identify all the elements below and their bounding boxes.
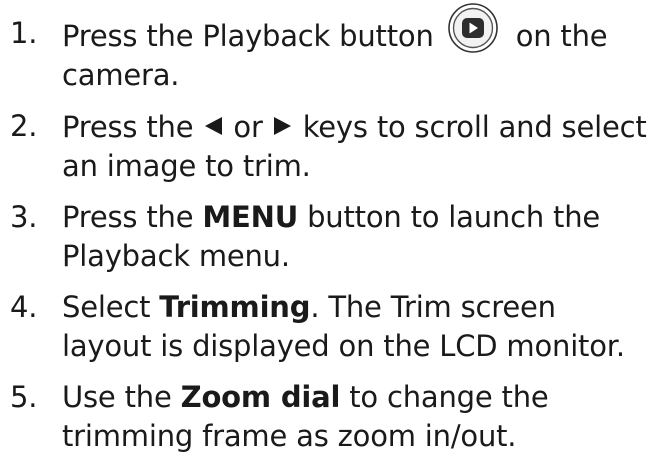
instruction-steps: 1. Press the Playback button on the came… [10, 3, 650, 468]
step-text-before: Press the [62, 200, 194, 234]
right-arrow-icon [272, 107, 294, 146]
zoom-dial-label: Zoom dial [180, 380, 341, 414]
step-text-before: Select [62, 290, 151, 324]
step-number: 3. [10, 200, 38, 234]
step-2: 2. Press the or keys to scroll and selec… [10, 107, 650, 186]
step-text-before: Use the [62, 380, 172, 414]
step-number: 1. [10, 16, 38, 50]
step-middle-text: or [233, 110, 263, 144]
step-4: 4. Select Trimming. The Trim screen layo… [10, 288, 650, 366]
menu-button-label: MENU [202, 200, 299, 234]
trimming-label: Trimming [159, 290, 311, 324]
step-3: 3. Press the MENU button to launch the P… [10, 198, 650, 276]
step-number: 2. [10, 109, 38, 143]
left-arrow-icon [202, 107, 224, 146]
step-5: 5. Use the Zoom dial to change the trimm… [10, 378, 650, 456]
playback-button-icon [447, 2, 499, 54]
step-number: 5. [10, 380, 38, 414]
step-text-before: Press the Playback button [62, 19, 434, 53]
step-1: 1. Press the Playback button on the came… [10, 3, 650, 95]
step-number: 4. [10, 290, 38, 324]
step-text-before: Press the [62, 110, 194, 144]
